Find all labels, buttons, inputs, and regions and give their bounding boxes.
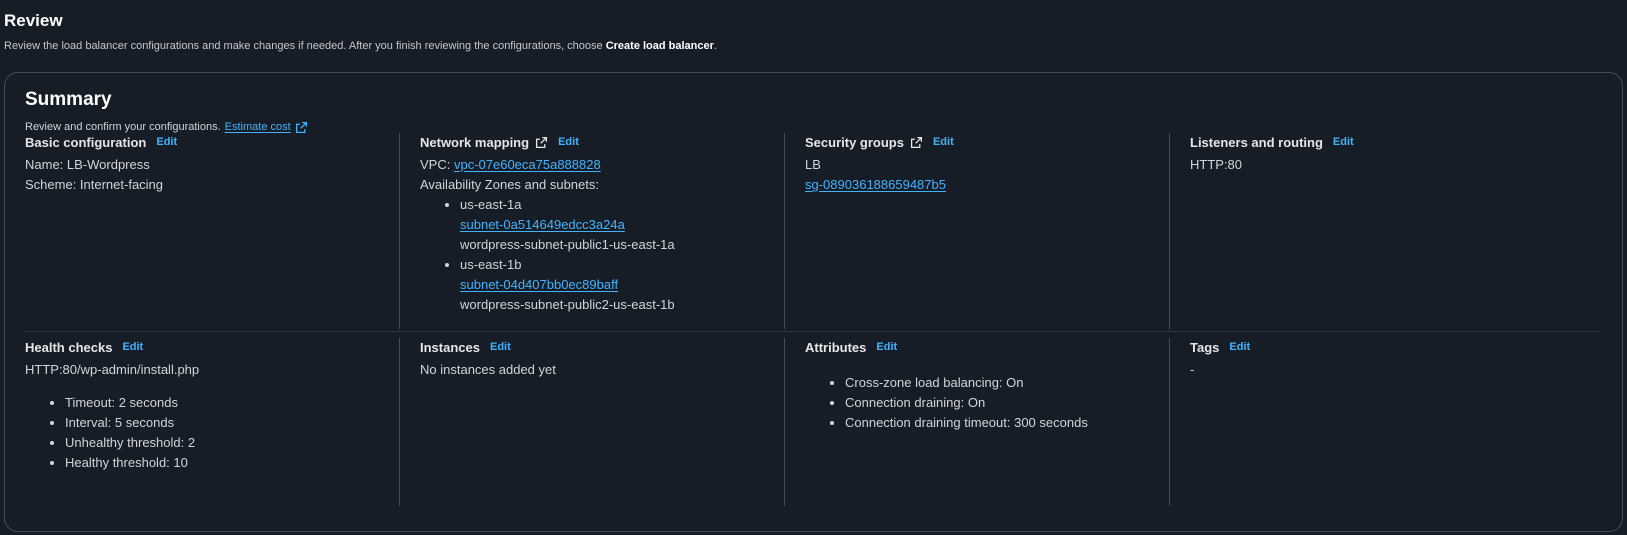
row-divider xyxy=(25,331,1599,332)
attribute-item: Connection draining timeout: 300 seconds xyxy=(845,413,1169,433)
subnet-name: wordpress-subnet-public2-us-east-1b xyxy=(460,297,675,312)
az-item: us-east-1a subnet-0a514649edcc3a24a word… xyxy=(460,195,784,255)
instances-edit-button[interactable]: Edit xyxy=(490,341,511,353)
health-check-item: Unhealthy threshold: 2 xyxy=(65,433,399,453)
summary-desc-text: Review and confirm your configurations. xyxy=(25,121,221,133)
attributes-section: Attributes Edit Cross-zone load balancin… xyxy=(784,338,1169,506)
page-desc-prefix: Review the load balancer configurations … xyxy=(4,40,606,52)
external-link-icon[interactable] xyxy=(535,136,548,149)
tags-section: Tags Edit - xyxy=(1169,338,1599,506)
attributes-title: Attributes xyxy=(805,339,867,355)
external-link-icon[interactable] xyxy=(910,136,923,149)
lb-name: Name: LB-Wordpress xyxy=(25,157,150,172)
external-link-icon[interactable] xyxy=(295,121,308,134)
vpc-link[interactable]: vpc-07e60eca75a888828 xyxy=(454,157,601,172)
listeners-routing-section: Listeners and routing Edit HTTP:80 xyxy=(1169,133,1599,329)
subnet-link[interactable]: subnet-0a514649edcc3a24a xyxy=(460,217,625,232)
security-group-name: LB xyxy=(805,157,821,172)
listener-value: HTTP:80 xyxy=(1190,157,1243,172)
health-check-item: Timeout: 2 seconds xyxy=(65,393,399,413)
basic-configuration-title: Basic configuration xyxy=(25,134,147,150)
tags-title: Tags xyxy=(1190,339,1220,355)
health-check-path: HTTP:80/wp-admin/install.php xyxy=(25,362,200,377)
attributes-edit-button[interactable]: Edit xyxy=(876,341,897,353)
attributes-list: Cross-zone load balancing: On Connection… xyxy=(805,373,1169,433)
health-checks-edit-button[interactable]: Edit xyxy=(122,341,143,353)
az-zone: us-east-1a xyxy=(460,197,522,212)
page-desc-suffix: . xyxy=(713,40,717,52)
page-description: Review the load balancer configurations … xyxy=(4,39,717,53)
basic-configuration-section: Basic configuration Edit Name: LB-Wordpr… xyxy=(5,133,399,329)
vpc-label: VPC: xyxy=(420,157,454,172)
az-item: us-east-1b subnet-04d407bb0ec89baff word… xyxy=(460,255,784,315)
instances-title: Instances xyxy=(420,339,480,355)
summary-description: Review and confirm your configurations. … xyxy=(25,120,308,134)
network-mapping-title: Network mapping xyxy=(420,134,530,150)
subnet-name: wordpress-subnet-public1-us-east-1a xyxy=(460,237,675,252)
az-list: us-east-1a subnet-0a514649edcc3a24a word… xyxy=(420,195,784,315)
security-groups-section: Security groups Edit LB sg-0890361886594… xyxy=(784,133,1169,329)
network-mapping-edit-button[interactable]: Edit xyxy=(558,136,579,148)
page-title: Review xyxy=(4,11,63,30)
basic-configuration-edit-button[interactable]: Edit xyxy=(156,136,177,148)
network-mapping-section: Network mapping Edit VPC: vpc-07e60eca75… xyxy=(399,133,784,329)
az-zone: us-east-1b xyxy=(460,257,522,272)
tags-edit-button[interactable]: Edit xyxy=(1229,341,1250,353)
estimate-cost-label: Estimate cost xyxy=(224,121,291,133)
security-groups-edit-button[interactable]: Edit xyxy=(933,136,954,148)
instances-value: No instances added yet xyxy=(420,362,556,377)
health-check-item: Healthy threshold: 10 xyxy=(65,453,399,473)
estimate-cost-link[interactable]: Estimate cost xyxy=(225,120,291,134)
summary-container: Summary Review and confirm your configur… xyxy=(4,72,1623,532)
health-check-item: Interval: 5 seconds xyxy=(65,413,399,433)
attribute-item: Cross-zone load balancing: On xyxy=(845,373,1169,393)
listeners-routing-edit-button[interactable]: Edit xyxy=(1333,136,1354,148)
summary-title: Summary xyxy=(25,89,112,110)
health-checks-section: Health checks Edit HTTP:80/wp-admin/inst… xyxy=(5,338,399,506)
page-desc-bold: Create load balancer xyxy=(605,40,714,52)
attribute-item: Connection draining: On xyxy=(845,393,1169,413)
instances-section: Instances Edit No instances added yet xyxy=(399,338,784,506)
health-checks-title: Health checks xyxy=(25,339,113,355)
tags-value: - xyxy=(1190,362,1195,377)
az-label: Availability Zones and subnets: xyxy=(420,177,599,192)
security-group-link[interactable]: sg-089036188659487b5 xyxy=(805,177,946,192)
vpc-line: VPC: vpc-07e60eca75a888828 xyxy=(420,155,784,175)
security-groups-title: Security groups xyxy=(805,134,904,150)
listeners-routing-title: Listeners and routing xyxy=(1190,134,1323,150)
review-header: Review Review the load balancer configur… xyxy=(4,10,717,53)
health-check-list: Timeout: 2 seconds Interval: 5 seconds U… xyxy=(25,393,399,473)
lb-scheme: Scheme: Internet-facing xyxy=(25,177,164,192)
subnet-link[interactable]: subnet-04d407bb0ec89baff xyxy=(460,277,618,292)
